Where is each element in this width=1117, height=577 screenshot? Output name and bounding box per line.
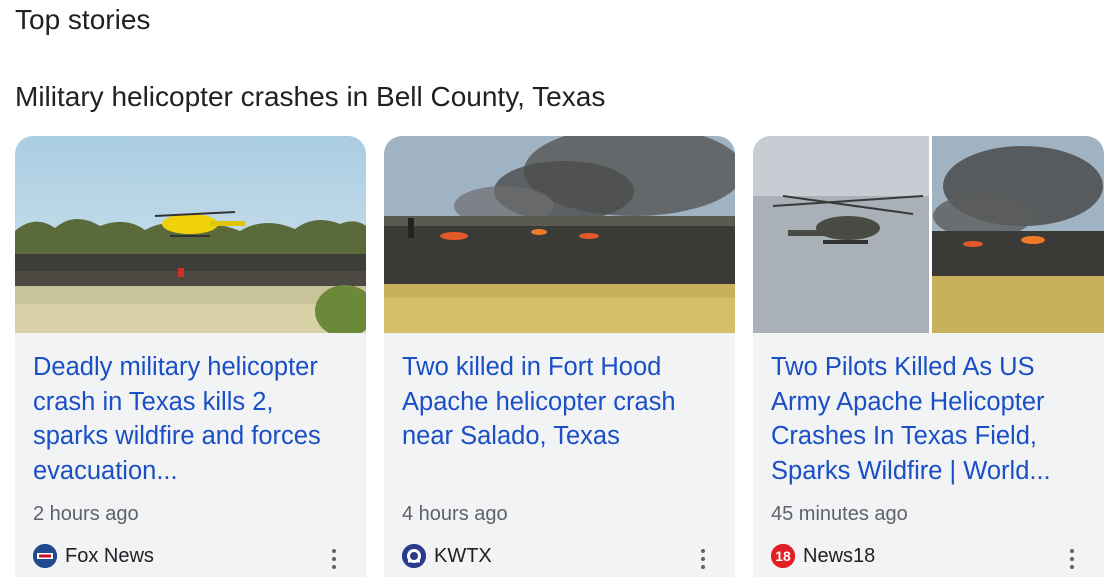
news-source: 18 News18 [771,543,875,569]
publish-time: 45 minutes ago [771,503,908,525]
more-options-icon[interactable] [324,546,344,572]
news-card[interactable]: Deadly military helicopter crash in Texa… [15,136,366,577]
news-card[interactable]: Two Pilots Killed As US Army Apache Heli… [753,136,1104,577]
news18-logo-icon: 18 [771,544,795,568]
section-title: Top stories [15,4,151,35]
source-name: Fox News [65,544,154,567]
news-card[interactable]: Two killed in Fort Hood Apache helicopte… [384,136,735,577]
news-headline[interactable]: Two Pilots Killed As US Army Apache Heli… [771,350,1091,488]
more-options-icon[interactable] [1062,546,1082,572]
news-headline[interactable]: Two killed in Fort Hood Apache helicopte… [402,350,722,454]
news-source: KWTX [402,543,492,569]
publish-time: 2 hours ago [33,503,139,525]
source-name: News18 [803,544,876,567]
news-thumbnail[interactable] [15,136,366,333]
kwtx-logo-icon [402,544,426,568]
news-headline[interactable]: Deadly military helicopter crash in Texa… [33,350,353,488]
news-thumbnail[interactable] [384,136,735,333]
topic-title[interactable]: Military helicopter crashes in Bell Coun… [15,81,605,113]
news-source: Fox News [33,543,154,569]
publish-time: 4 hours ago [402,503,508,525]
news-thumbnail[interactable] [753,136,1104,333]
source-name: KWTX [434,544,492,567]
svg-text:18: 18 [775,548,791,564]
fox-news-logo-icon [33,544,57,568]
more-options-icon[interactable] [693,546,713,572]
